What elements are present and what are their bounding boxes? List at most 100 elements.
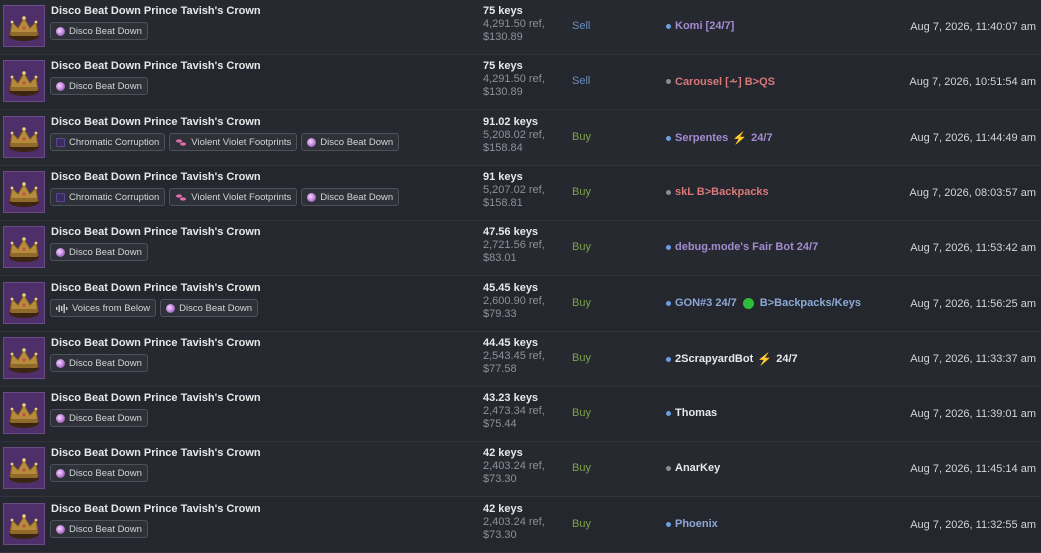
item-thumbnail[interactable] bbox=[3, 392, 45, 434]
item-attributes: Chromatic Corruption Violent Violet Footp… bbox=[50, 133, 400, 151]
trader-link[interactable]: Carousel [⩪] B>QS bbox=[666, 75, 775, 88]
attribute-tag[interactable]: Disco Beat Down bbox=[160, 299, 259, 317]
price-ref: 2,403.24 ref, bbox=[483, 460, 545, 472]
attribute-label: Disco Beat Down bbox=[69, 246, 142, 258]
attribute-tag[interactable]: Disco Beat Down bbox=[50, 22, 148, 40]
attribute-label: Disco Beat Down bbox=[69, 412, 142, 424]
footprints-icon bbox=[175, 138, 187, 147]
item-name[interactable]: Disco Beat Down Prince Tavish's Crown bbox=[51, 447, 261, 459]
listing-row[interactable]: Disco Beat Down Prince Tavish's Crown Di… bbox=[0, 498, 1041, 553]
trader-link[interactable]: debug.mode's Fair Bot 24/7 bbox=[666, 241, 818, 253]
disco-icon bbox=[56, 358, 65, 368]
crown-icon bbox=[4, 338, 44, 378]
trader-name: 2ScrapyardBot bbox=[675, 353, 754, 365]
item-name[interactable]: Disco Beat Down Prince Tavish's Crown bbox=[51, 503, 261, 515]
online-status-dot bbox=[666, 521, 671, 527]
attribute-label: Disco Beat Down bbox=[69, 80, 142, 92]
trader-name: GON#3 24/7 bbox=[675, 297, 737, 309]
attribute-tag[interactable]: Disco Beat Down bbox=[50, 464, 148, 482]
attribute-tag[interactable]: Violent Violet Footprints bbox=[169, 188, 298, 206]
item-name[interactable]: Disco Beat Down Prince Tavish's Crown bbox=[51, 226, 261, 238]
attribute-tag[interactable]: Disco Beat Down bbox=[301, 133, 400, 151]
trader-link[interactable]: Thomas bbox=[666, 407, 717, 419]
price-usd: $158.81 bbox=[483, 197, 523, 209]
crown-icon bbox=[4, 504, 44, 544]
trader-link[interactable]: Komi [24/7] bbox=[666, 20, 734, 32]
crown-icon bbox=[4, 6, 44, 46]
attribute-tag[interactable]: Disco Beat Down bbox=[301, 188, 400, 206]
listing-row[interactable]: Disco Beat Down Prince Tavish's Crown Ch… bbox=[0, 166, 1041, 221]
listing-row[interactable]: Disco Beat Down Prince Tavish's Crown Di… bbox=[0, 55, 1041, 110]
crown-icon bbox=[4, 172, 44, 212]
item-thumbnail[interactable] bbox=[3, 116, 45, 158]
item-thumbnail[interactable] bbox=[3, 60, 45, 102]
attribute-label: Disco Beat Down bbox=[69, 357, 142, 369]
price-ref: 2,600.90 ref, bbox=[483, 295, 545, 307]
trader-name-suffix: 24/7 bbox=[751, 132, 773, 144]
item-thumbnail[interactable] bbox=[3, 5, 45, 47]
attribute-tag[interactable]: Voices from Below bbox=[50, 299, 157, 317]
trader-link[interactable]: skL B>Backpacks bbox=[666, 186, 769, 198]
price-keys: 47.56 keys bbox=[483, 226, 539, 238]
online-status-dot bbox=[666, 23, 671, 29]
online-status-dot bbox=[666, 465, 671, 471]
trader-name: debug.mode's Fair Bot 24/7 bbox=[675, 241, 819, 253]
listing-row[interactable]: Disco Beat Down Prince Tavish's Crown Vo… bbox=[0, 277, 1041, 332]
attribute-tag[interactable]: Chromatic Corruption bbox=[50, 188, 166, 206]
item-thumbnail[interactable] bbox=[3, 171, 45, 213]
item-attributes: Disco Beat Down bbox=[50, 354, 148, 372]
listing-row[interactable]: Disco Beat Down Prince Tavish's Crown Ch… bbox=[0, 111, 1041, 166]
trader-link[interactable]: Serpentes ⚡ 24/7 bbox=[666, 131, 773, 145]
listing-intent: Buy bbox=[572, 352, 591, 364]
item-name[interactable]: Disco Beat Down Prince Tavish's Crown bbox=[51, 337, 261, 349]
listing-row[interactable]: Disco Beat Down Prince Tavish's Crown Di… bbox=[0, 442, 1041, 497]
item-name[interactable]: Disco Beat Down Prince Tavish's Crown bbox=[51, 171, 261, 183]
item-thumbnail[interactable] bbox=[3, 447, 45, 489]
price-ref: 2,543.45 ref, bbox=[483, 350, 545, 362]
listing-date: Aug 7, 2026, 11:33:37 am bbox=[910, 353, 1036, 365]
price-block: 42 keys 2,403.24 ref, $73.30 bbox=[483, 447, 545, 486]
trader-link[interactable]: 2ScrapyardBot ⚡ 24/7 bbox=[666, 352, 798, 366]
price-keys: 42 keys bbox=[483, 503, 523, 515]
listing-date: Aug 7, 2026, 11:44:49 am bbox=[910, 132, 1036, 144]
trader-name: Thomas bbox=[675, 407, 718, 419]
item-attributes: Disco Beat Down bbox=[50, 22, 148, 40]
attribute-tag[interactable]: Disco Beat Down bbox=[50, 520, 148, 538]
listing-row[interactable]: Disco Beat Down Prince Tavish's Crown Di… bbox=[0, 221, 1041, 276]
trader-link[interactable]: GON#3 24/7 B>Backpacks/Keys bbox=[666, 297, 861, 309]
price-ref: 4,291.50 ref, bbox=[483, 73, 545, 85]
attribute-tag[interactable]: Disco Beat Down bbox=[50, 243, 148, 261]
item-name[interactable]: Disco Beat Down Prince Tavish's Crown bbox=[51, 392, 261, 404]
item-thumbnail[interactable] bbox=[3, 503, 45, 545]
attribute-label: Disco Beat Down bbox=[69, 25, 142, 37]
crown-icon bbox=[4, 393, 44, 433]
listing-date: Aug 7, 2026, 10:51:54 am bbox=[909, 76, 1036, 88]
price-block: 91 keys 5,207.02 ref, $158.81 bbox=[483, 171, 545, 210]
listing-intent: Buy bbox=[572, 407, 591, 419]
trader-link[interactable]: AnarKey bbox=[666, 462, 720, 474]
item-name[interactable]: Disco Beat Down Prince Tavish's Crown bbox=[51, 60, 261, 72]
price-usd: $79.33 bbox=[483, 308, 517, 320]
item-name[interactable]: Disco Beat Down Prince Tavish's Crown bbox=[51, 5, 261, 17]
disco-icon bbox=[56, 81, 65, 91]
online-status-dot bbox=[666, 356, 671, 362]
attribute-tag[interactable]: Disco Beat Down bbox=[50, 77, 148, 95]
listing-row[interactable]: Disco Beat Down Prince Tavish's Crown Di… bbox=[0, 0, 1041, 55]
item-name[interactable]: Disco Beat Down Prince Tavish's Crown bbox=[51, 282, 261, 294]
item-thumbnail[interactable] bbox=[3, 337, 45, 379]
item-thumbnail[interactable] bbox=[3, 226, 45, 268]
item-thumbnail[interactable] bbox=[3, 282, 45, 324]
attribute-tag[interactable]: Violent Violet Footprints bbox=[169, 133, 298, 151]
trader-link[interactable]: Phoenix bbox=[666, 518, 718, 530]
disco-icon bbox=[56, 26, 65, 36]
crown-icon bbox=[4, 117, 44, 157]
item-name[interactable]: Disco Beat Down Prince Tavish's Crown bbox=[51, 116, 261, 128]
listing-row[interactable]: Disco Beat Down Prince Tavish's Crown Di… bbox=[0, 387, 1041, 442]
attribute-tag[interactable]: Disco Beat Down bbox=[50, 409, 148, 427]
listings-list: Disco Beat Down Prince Tavish's Crown Di… bbox=[0, 0, 1041, 553]
attribute-tag[interactable]: Disco Beat Down bbox=[50, 354, 148, 372]
price-block: 75 keys 4,291.50 ref, $130.89 bbox=[483, 5, 545, 44]
listing-row[interactable]: Disco Beat Down Prince Tavish's Crown Di… bbox=[0, 332, 1041, 387]
attribute-label: Chromatic Corruption bbox=[69, 191, 160, 203]
attribute-tag[interactable]: Chromatic Corruption bbox=[50, 133, 166, 151]
